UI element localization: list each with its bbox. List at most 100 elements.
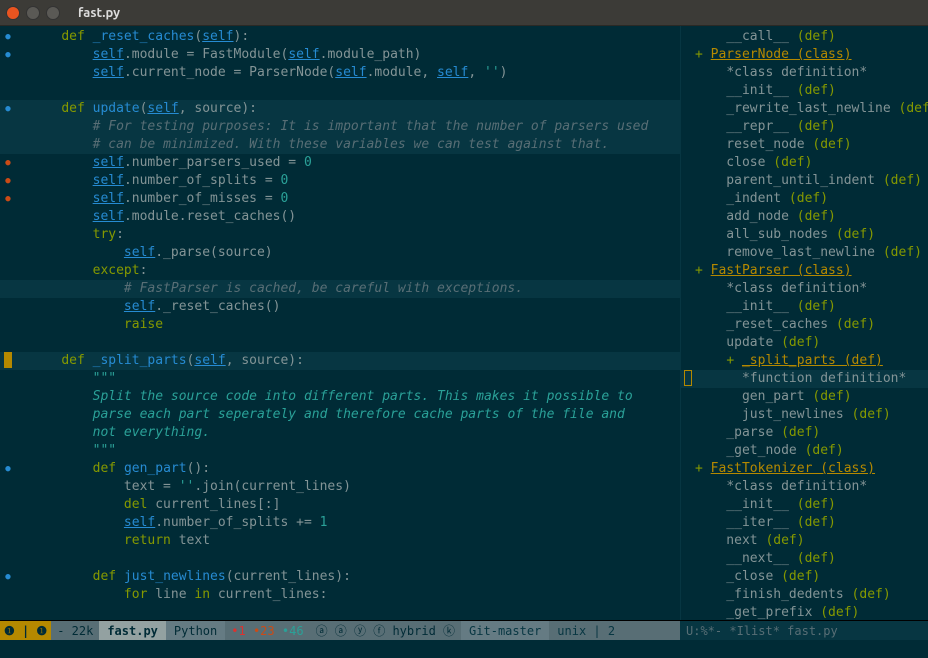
outline-item[interactable]: next (def) xyxy=(681,532,928,550)
gutter-mark xyxy=(0,262,16,280)
code-line[interactable] xyxy=(0,82,680,100)
outline-item[interactable]: + ParserNode (class) xyxy=(681,46,928,64)
code-line[interactable]: ● def _reset_caches(self): xyxy=(0,28,680,46)
outline-item[interactable]: _close (def) xyxy=(681,568,928,586)
code-text: for line in current_lines: xyxy=(28,586,680,604)
gutter-mark xyxy=(0,118,16,136)
outline-item[interactable]: *class definition* xyxy=(681,478,928,496)
major-mode[interactable]: Python xyxy=(166,621,225,640)
outline-label: _finish_dedents (def) xyxy=(695,586,928,604)
outline-label: parent_until_indent (def) xyxy=(695,172,928,190)
outline-fringe xyxy=(681,370,695,388)
outline-item[interactable]: __iter__ (def) xyxy=(681,514,928,532)
outline-item[interactable]: __init__ (def) xyxy=(681,82,928,100)
outline-label: + ParserNode (class) xyxy=(695,46,928,64)
outline-pane[interactable]: __call__ (def)+ ParserNode (class) *clas… xyxy=(680,26,928,620)
code-line[interactable]: self.module.reset_caches() xyxy=(0,208,680,226)
outline-item[interactable]: + FastTokenizer (class) xyxy=(681,460,928,478)
code-line[interactable] xyxy=(0,334,680,352)
code-line[interactable]: text = ''.join(current_lines) xyxy=(0,478,680,496)
outline-label: _get_prefix (def) xyxy=(695,604,928,620)
buffer-name[interactable]: fast.py xyxy=(99,621,166,640)
code-line[interactable]: def _split_parts(self, source): xyxy=(0,352,680,370)
code-line[interactable]: ● self.number_parsers_used = 0 xyxy=(0,154,680,172)
code-line[interactable]: for line in current_lines: xyxy=(0,586,680,604)
code-line[interactable]: ● self.module = FastModule(self.module_p… xyxy=(0,46,680,64)
outline-item[interactable]: add_node (def) xyxy=(681,208,928,226)
code-line[interactable]: """ xyxy=(0,370,680,388)
code-line[interactable]: self._reset_caches() xyxy=(0,298,680,316)
outline-item[interactable]: + FastParser (class) xyxy=(681,262,928,280)
outline-item[interactable]: __init__ (def) xyxy=(681,298,928,316)
outline-item[interactable]: _rewrite_last_newline (def) xyxy=(681,100,928,118)
code-line[interactable]: # FastParser is cached, be careful with … xyxy=(0,280,680,298)
outline-item[interactable]: *class definition* xyxy=(681,280,928,298)
code-line[interactable]: # For testing purposes: It is important … xyxy=(0,118,680,136)
code-line[interactable]: except: xyxy=(0,262,680,280)
gutter-mark: ● xyxy=(0,190,16,208)
modeline-right: U:%*- *Ilist* fast.py xyxy=(680,621,928,640)
outline-item[interactable]: _reset_caches (def) xyxy=(681,316,928,334)
outline-item[interactable]: _parse (def) xyxy=(681,424,928,442)
code-text: self.number_parsers_used = 0 xyxy=(28,154,680,172)
code-line[interactable]: self.number_of_splits += 1 xyxy=(0,514,680,532)
code-line[interactable]: self.current_node = ParserNode(self.modu… xyxy=(0,64,680,82)
code-line[interactable]: ● def update(self, source): xyxy=(0,100,680,118)
editor-pane[interactable]: ● def _reset_caches(self):● self.module … xyxy=(0,26,680,620)
code-line[interactable] xyxy=(0,550,680,568)
code-line[interactable]: # can be minimized. With these variables… xyxy=(0,136,680,154)
outline-item[interactable]: *class definition* xyxy=(681,64,928,82)
outline-fringe xyxy=(681,460,695,478)
code-line[interactable]: ● def just_newlines(current_lines): xyxy=(0,568,680,586)
minibuffer[interactable] xyxy=(0,640,928,658)
code-line[interactable]: del current_lines[:] xyxy=(0,496,680,514)
outline-item[interactable]: reset_node (def) xyxy=(681,136,928,154)
gutter-mark: ● xyxy=(0,154,16,172)
code-line[interactable]: ● def gen_part(): xyxy=(0,460,680,478)
code-line[interactable]: parse each part seperately and therefore… xyxy=(0,406,680,424)
code-text: def _split_parts(self, source): xyxy=(28,352,680,370)
outline-item[interactable]: __call__ (def) xyxy=(681,28,928,46)
outline-item[interactable]: _get_prefix (def) xyxy=(681,604,928,620)
outline-item[interactable]: __next__ (def) xyxy=(681,550,928,568)
code-line[interactable]: """ xyxy=(0,442,680,460)
code-line[interactable]: try: xyxy=(0,226,680,244)
code-line[interactable]: Split the source code into different par… xyxy=(0,388,680,406)
code-line[interactable]: self._parse(source) xyxy=(0,244,680,262)
outline-label: __init__ (def) xyxy=(695,496,928,514)
outline-fringe xyxy=(681,100,695,118)
outline-fringe xyxy=(681,478,695,496)
outline-item[interactable]: close (def) xyxy=(681,154,928,172)
outline-item[interactable]: parent_until_indent (def) xyxy=(681,172,928,190)
code-line[interactable]: ● self.number_of_splits = 0 xyxy=(0,172,680,190)
outline-item[interactable]: just_newlines (def) xyxy=(681,406,928,424)
outline-item[interactable]: _finish_dedents (def) xyxy=(681,586,928,604)
outline-fringe xyxy=(681,406,695,424)
gutter-mark xyxy=(0,550,16,568)
vc-branch[interactable]: Git-master xyxy=(461,621,549,640)
code-line[interactable]: raise xyxy=(0,316,680,334)
outline-item[interactable]: _get_node (def) xyxy=(681,442,928,460)
outline-fringe xyxy=(681,316,695,334)
minimize-icon[interactable] xyxy=(26,6,40,20)
code-text: def _reset_caches(self): xyxy=(28,28,680,46)
outline-fringe xyxy=(681,496,695,514)
outline-item[interactable]: all_sub_nodes (def) xyxy=(681,226,928,244)
outline-fringe xyxy=(681,298,695,316)
close-icon[interactable] xyxy=(6,6,20,20)
outline-fringe xyxy=(681,28,695,46)
outline-item[interactable]: remove_last_newline (def) xyxy=(681,244,928,262)
maximize-icon[interactable] xyxy=(46,6,60,20)
code-line[interactable]: not everything. xyxy=(0,424,680,442)
outline-item[interactable]: update (def) xyxy=(681,334,928,352)
outline-item[interactable]: __repr__ (def) xyxy=(681,118,928,136)
code-line[interactable]: ● self.number_of_misses = 0 xyxy=(0,190,680,208)
outline-item[interactable]: _indent (def) xyxy=(681,190,928,208)
code-line[interactable]: return text xyxy=(0,532,680,550)
outline-item[interactable]: + _split_parts (def) xyxy=(681,352,928,370)
code-text: self.number_of_splits += 1 xyxy=(28,514,680,532)
outline-item[interactable]: gen_part (def) xyxy=(681,388,928,406)
outline-item[interactable]: __init__ (def) xyxy=(681,496,928,514)
outline-item[interactable]: *function definition* xyxy=(681,370,928,388)
code-text: return text xyxy=(28,532,680,550)
